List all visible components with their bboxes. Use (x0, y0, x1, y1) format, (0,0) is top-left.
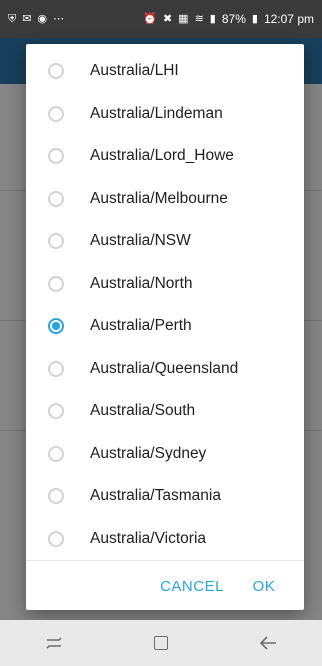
dialog-divider (26, 560, 304, 561)
signal-icon: ▮ (209, 12, 216, 25)
status-right: ⏰ ✖ ▦ ≋ ▮ 87% ▮ 12:07 pm (143, 12, 314, 26)
timezone-option-label: Australia/South (90, 402, 196, 420)
status-bar: ⛨ ✉ ◉ ⋯ ⏰ ✖ ▦ ≋ ▮ 87% ▮ 12:07 pm (0, 0, 322, 38)
timezone-option[interactable]: Australia/Victoria (26, 518, 304, 561)
radio-unchecked-icon[interactable] (48, 445, 64, 462)
timezone-option[interactable]: Australia/NSW (26, 220, 304, 263)
timezone-options-list: Australia/LHI Australia/Lindeman Australia… (26, 50, 304, 560)
timezone-option[interactable]: Australia/LHI (26, 50, 304, 93)
record-icon: ◉ (37, 12, 48, 25)
clock: 12:07 pm (263, 12, 314, 26)
timezone-option[interactable]: Australia/South (26, 390, 304, 433)
timezone-option[interactable]: Australia/Tasmania (26, 475, 304, 518)
shield-icon: ⛨ (8, 12, 17, 25)
message-icon: ✉ (22, 12, 32, 25)
status-left: ⛨ ✉ ◉ ⋯ (8, 12, 65, 25)
timezone-option-label: Australia/Lord_Howe (90, 147, 234, 165)
timezone-option[interactable]: Australia/Lord_Howe (26, 135, 304, 178)
radio-unchecked-icon[interactable] (48, 233, 64, 250)
timezone-option[interactable]: Australia/Perth (26, 305, 304, 348)
dialog-actions: CANCEL OK (26, 566, 304, 606)
radio-unchecked-icon[interactable] (48, 275, 64, 292)
timezone-dialog: Australia/LHI Australia/Lindeman Australia… (26, 44, 304, 610)
timezone-option-label: Australia/LHI (90, 62, 179, 80)
timezone-option[interactable]: Australia/Melbourne (26, 178, 304, 221)
radio-unchecked-icon[interactable] (48, 403, 64, 420)
timezone-option-label: Australia/Queensland (90, 359, 239, 377)
mute-icon: ✖ (162, 12, 173, 25)
radio-unchecked-icon[interactable] (48, 105, 64, 122)
radio-unchecked-icon[interactable] (48, 148, 64, 165)
timezone-option[interactable]: Australia/North (26, 263, 304, 306)
home-icon[interactable] (137, 620, 185, 666)
more-dots-icon: ⋯ (53, 12, 65, 25)
recent-apps-icon[interactable] (30, 620, 78, 666)
timezone-option[interactable]: Australia/Sydney (26, 433, 304, 476)
timezone-option-label: Australia/Melbourne (90, 189, 228, 207)
alarm-icon: ⏰ (143, 12, 157, 25)
navigation-bar (0, 620, 322, 666)
timezone-option-label: Australia/Sydney (90, 444, 207, 462)
timezone-option-label: Australia/NSW (90, 232, 191, 250)
back-icon[interactable] (244, 620, 292, 666)
radio-unchecked-icon[interactable] (48, 488, 64, 505)
timezone-option-label: Australia/North (90, 274, 193, 292)
timezone-option-label: Australia/Perth (90, 317, 192, 335)
battery-percent: 87% (221, 12, 246, 26)
radio-unchecked-icon[interactable] (48, 63, 64, 80)
timezone-option[interactable]: Australia/Queensland (26, 348, 304, 391)
timezone-option-label: Australia/Victoria (90, 529, 207, 547)
radio-unchecked-icon[interactable] (48, 530, 64, 547)
timezone-option-label: Australia/Lindeman (90, 104, 223, 122)
wifi-icon: ≋ (194, 12, 204, 25)
timezone-option-label: Australia/Tasmania (90, 487, 221, 505)
hd-icon: ▦ (178, 12, 189, 25)
battery-icon: ▮ (251, 12, 258, 25)
timezone-option[interactable]: Australia/Lindeman (26, 93, 304, 136)
radio-unchecked-icon[interactable] (48, 360, 64, 377)
radio-checked-icon[interactable] (48, 318, 64, 335)
radio-unchecked-icon[interactable] (48, 190, 64, 207)
cancel-button[interactable]: CANCEL (152, 566, 232, 606)
ok-button[interactable]: OK (236, 566, 292, 606)
